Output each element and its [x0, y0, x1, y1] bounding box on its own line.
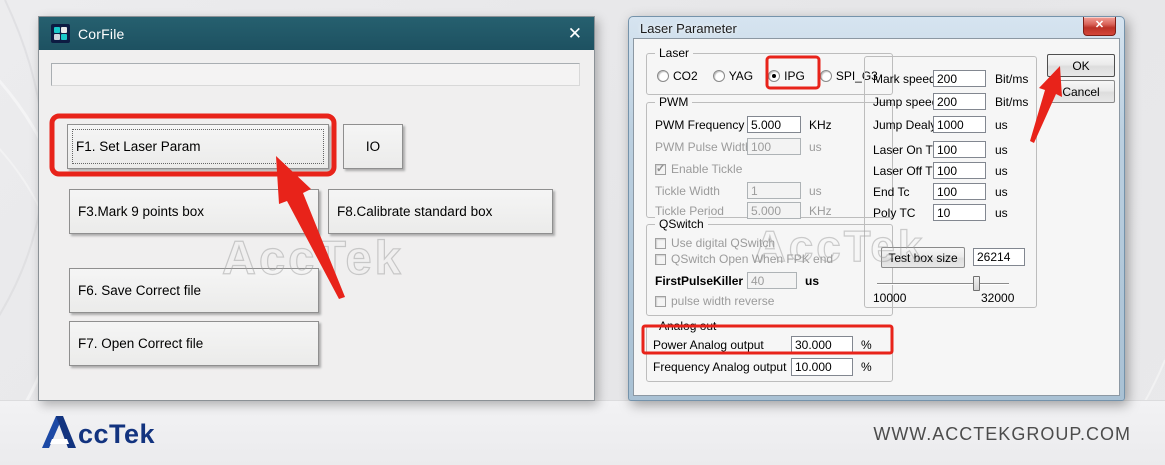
box-size-slider-thumb[interactable]	[973, 276, 980, 291]
calibrate-standard-box-button[interactable]: F8.Calibrate standard box	[328, 189, 553, 234]
correct-file-path-input[interactable]	[51, 63, 580, 86]
website-url: WWW.ACCTEKGROUP.COM	[873, 424, 1131, 445]
acctek-logo-text: ccTek	[78, 419, 155, 449]
corfile-titlebar[interactable]: CorFile ✕	[39, 17, 594, 50]
analog-out-group: Analog out Power Analog output % Frequen…	[646, 326, 893, 382]
power-analog-output-input[interactable]	[791, 336, 853, 354]
slider-min-label: 10000	[873, 291, 906, 305]
poly-tc-input[interactable]	[933, 204, 986, 221]
radio-ipg[interactable]: IPG	[768, 69, 805, 83]
laser-on-tc-row: Laser On TC us	[865, 141, 1036, 159]
box-size-slider-track[interactable]	[877, 283, 1009, 285]
cancel-button[interactable]: Cancel	[1047, 80, 1115, 103]
jump-delay-row: Jump Dealy us	[865, 116, 1036, 134]
save-correct-file-button[interactable]: F6. Save Correct file	[69, 268, 319, 313]
qswitch-group: QSwitch Use digital QSwitch QSwitch Open…	[646, 224, 893, 316]
radio-dot-icon	[657, 70, 669, 82]
pwm-group-label: PWM	[655, 95, 692, 109]
laser-dialog-client: Laser CO2 YAG IPG	[633, 38, 1120, 396]
pwm-pulse-width-row: PWM Pulse Width us	[647, 138, 892, 156]
laser-group-label: Laser	[655, 46, 693, 60]
close-icon[interactable]: ✕	[568, 25, 582, 42]
mark-9-points-box-button[interactable]: F3.Mark 9 points box	[69, 189, 319, 234]
timing-group: Mark speed Bit/ms Jump speed Bit/ms Jump…	[864, 56, 1037, 308]
radio-co2[interactable]: CO2	[657, 69, 698, 83]
corfile-dialog: CorFile ✕ F1. Set Laser Param IO F3.Mark…	[38, 16, 595, 401]
pwm-frequency-input[interactable]	[747, 116, 801, 133]
pulse-width-reverse-checkbox: pulse width reverse	[655, 294, 774, 308]
checkbox-icon	[655, 238, 666, 249]
laser-source-group: Laser CO2 YAG IPG	[646, 53, 893, 95]
mark-speed-row: Mark speed Bit/ms	[865, 70, 1036, 88]
checkbox-icon	[655, 296, 666, 307]
jump-speed-row: Jump speed Bit/ms	[865, 93, 1036, 111]
end-tc-row: End Tc us	[865, 183, 1036, 201]
laser-off-tc-row: Laser Off TC us	[865, 162, 1036, 180]
laser-parameter-dialog: Laser Parameter ✕ Laser CO2 YAG	[628, 16, 1125, 401]
tickle-width-input	[747, 182, 801, 199]
close-icon: ✕	[1095, 19, 1104, 31]
end-tc-input[interactable]	[933, 183, 986, 200]
pwm-pulse-width-input	[747, 138, 801, 155]
laser-type-radio-group: CO2 YAG IPG SPI_G3	[657, 69, 878, 83]
checkbox-icon	[655, 164, 666, 175]
acctek-logo-a-icon	[40, 415, 78, 449]
test-box-size-button[interactable]: Test box size	[881, 247, 965, 268]
io-button[interactable]: IO	[343, 124, 403, 169]
radio-dot-icon	[713, 70, 725, 82]
corfile-title: CorFile	[78, 26, 125, 42]
pwm-frequency-row: PWM Frequency KHz	[647, 116, 892, 134]
jump-speed-input[interactable]	[933, 93, 986, 110]
first-pulse-killer-row: FirstPulseKiller us	[647, 272, 892, 290]
jump-delay-input[interactable]	[933, 116, 986, 133]
radio-yag[interactable]: YAG	[713, 69, 753, 83]
test-box-size-input[interactable]	[973, 248, 1025, 266]
laser-dialog-title: Laser Parameter	[640, 21, 737, 36]
use-digital-qswitch-checkbox: Use digital QSwitch	[655, 236, 775, 250]
laser-on-tc-input[interactable]	[933, 141, 986, 158]
close-button[interactable]: ✕	[1083, 17, 1116, 36]
qswitch-group-label: QSwitch	[655, 217, 708, 231]
checkbox-icon	[655, 254, 666, 265]
set-laser-param-button[interactable]: F1. Set Laser Param	[67, 124, 329, 169]
acctek-logo: ccTek	[40, 415, 155, 449]
analog-group-label: Analog out	[655, 319, 720, 333]
power-analog-output-row: Power Analog output %	[647, 336, 892, 354]
poly-tc-row: Poly TC us	[865, 204, 1036, 222]
mark-speed-input[interactable]	[933, 70, 986, 87]
radio-dot-icon	[820, 70, 832, 82]
enable-tickle-checkbox: Enable Tickle	[655, 162, 742, 176]
frequency-analog-output-row: Frequency Analog output %	[647, 358, 892, 376]
tickle-width-row: Tickle Width us	[647, 182, 892, 200]
desktop-background: CorFile ✕ F1. Set Laser Param IO F3.Mark…	[0, 0, 1165, 465]
slider-max-label: 32000	[981, 291, 1014, 305]
tickle-period-input	[747, 202, 801, 219]
first-pulse-killer-input	[747, 272, 797, 289]
open-correct-file-button[interactable]: F7. Open Correct file	[69, 321, 319, 366]
ok-button[interactable]: OK	[1047, 54, 1115, 77]
corfile-app-icon	[51, 24, 70, 43]
pwm-group: PWM PWM Frequency KHz PWM Pulse Width us…	[646, 102, 893, 218]
radio-dot-icon	[768, 70, 780, 82]
qswitch-open-fpk-checkbox: QSwitch Open When FPK end	[655, 252, 833, 266]
corfile-body: F1. Set Laser Param IO F3.Mark 9 points …	[39, 50, 594, 400]
frequency-analog-output-input[interactable]	[791, 358, 853, 376]
laser-off-tc-input[interactable]	[933, 162, 986, 179]
